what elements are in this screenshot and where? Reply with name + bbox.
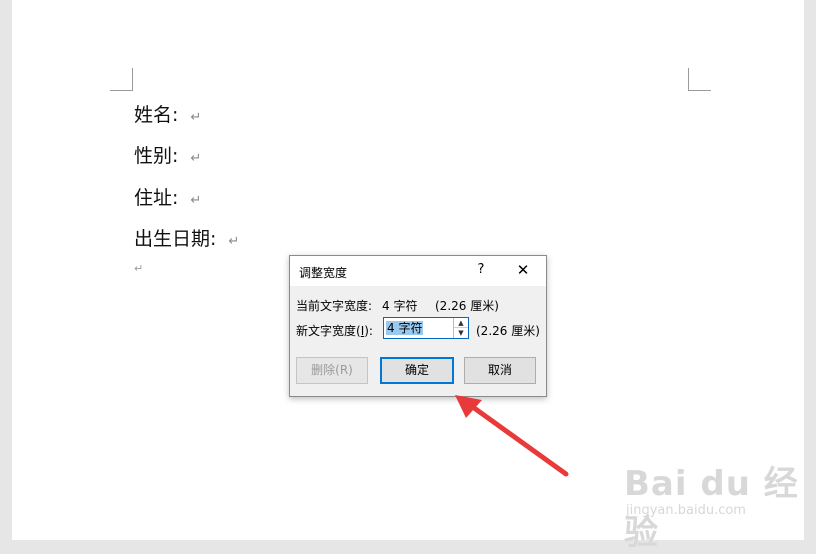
new-width-input[interactable]: 4 字符: [386, 321, 424, 335]
paragraph-mark-icon: ↵: [134, 262, 144, 275]
new-width-label: 新文字宽度(I):: [296, 324, 373, 338]
current-width-label: 当前文字宽度:: [296, 299, 373, 313]
doc-line-address[interactable]: 住址: ↵: [134, 186, 201, 213]
spin-up-icon[interactable]: ▲: [454, 318, 468, 328]
close-button[interactable]: ✕: [511, 260, 535, 280]
help-button[interactable]: ?: [471, 260, 491, 280]
current-width-value: 4 字符: [382, 299, 418, 313]
paragraph-mark-icon: ↵: [190, 193, 202, 208]
dialog-title: 调整宽度: [299, 266, 348, 280]
doc-line-birthdate[interactable]: 出生日期: ↵: [134, 227, 239, 254]
delete-button[interactable]: 删除(R): [296, 357, 368, 384]
current-width-cm: (2.26 厘米): [435, 299, 499, 313]
spin-buttons: ▲ ▼: [453, 318, 468, 338]
margin-corner-top-left: [110, 68, 133, 91]
paragraph-mark-icon: ↵: [190, 151, 202, 166]
watermark-url: jingyan.baidu.com: [626, 503, 746, 518]
dialog-titlebar[interactable]: 调整宽度 ? ✕: [290, 256, 546, 286]
doc-line-name[interactable]: 姓名: ↵: [134, 103, 201, 130]
new-width-spinbox[interactable]: 4 字符 ▲ ▼: [383, 317, 469, 339]
spin-down-icon[interactable]: ▼: [454, 328, 468, 338]
new-width-cm: (2.26 厘米): [476, 324, 540, 338]
paragraph-mark-icon: ↵: [228, 234, 240, 249]
current-width-row: 当前文字宽度: 4 字符 (2.26 厘米): [296, 297, 499, 314]
adjust-width-dialog: 调整宽度 ? ✕ 当前文字宽度: 4 字符 (2.26 厘米) 新文字宽度(I)…: [289, 255, 547, 397]
ok-button[interactable]: 确定: [380, 357, 454, 384]
doc-line-gender[interactable]: 性别: ↵: [134, 144, 201, 171]
paragraph-mark-icon: ↵: [190, 110, 202, 125]
cancel-button[interactable]: 取消: [464, 357, 536, 384]
margin-corner-top-right: [688, 68, 711, 91]
